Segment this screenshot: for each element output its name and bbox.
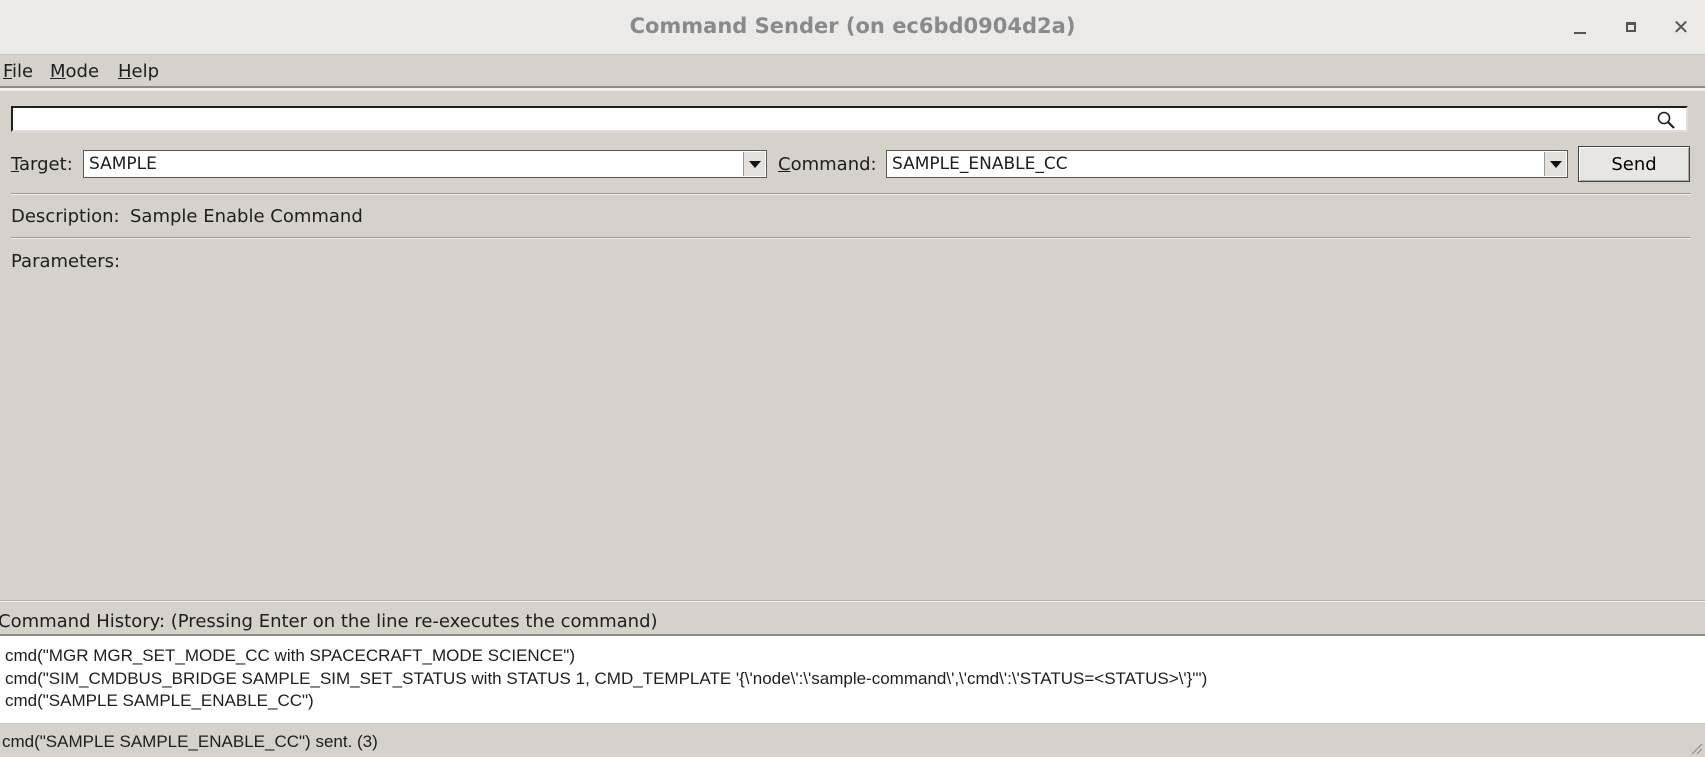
menu-file[interactable]: File [3, 61, 33, 82]
menu-mode-mnemonic: M [50, 61, 66, 82]
minimize-icon [1574, 32, 1586, 34]
history-line[interactable]: cmd("MGR MGR_SET_MODE_CC with SPACECRAFT… [5, 645, 1700, 668]
history-line[interactable]: cmd("SIM_CMDBUS_BRIDGE SAMPLE_SIM_SET_ST… [5, 668, 1700, 691]
target-dropdown-value: SAMPLE [89, 154, 157, 174]
target-label-text: arget: [19, 154, 73, 175]
divider [11, 237, 1691, 239]
command-dropdown-value: SAMPLE_ENABLE_CC [892, 154, 1068, 174]
command-label-text: ommand: [790, 154, 877, 175]
chevron-down-icon[interactable] [743, 152, 765, 176]
search-icon[interactable] [1656, 110, 1676, 130]
command-sender-window: Command Sender (on ec6bd0904d2a) ✕ File … [0, 0, 1705, 757]
menu-help-label: elp [131, 61, 160, 82]
chevron-down-icon[interactable] [1544, 152, 1566, 176]
command-label-mnemonic: C [778, 154, 791, 175]
title-bar[interactable]: Command Sender (on ec6bd0904d2a) ✕ [0, 0, 1705, 55]
maximize-button[interactable] [1618, 14, 1644, 40]
target-label: Target: [11, 154, 73, 175]
description-value: Sample Enable Command [130, 206, 363, 227]
menu-file-mnemonic: F [3, 61, 13, 82]
minimize-button[interactable] [1567, 14, 1593, 40]
maximize-icon [1626, 22, 1636, 32]
parameters-label: Parameters: [11, 251, 121, 272]
menu-help[interactable]: Help [118, 61, 159, 82]
resize-grip-icon[interactable] [1689, 741, 1703, 755]
menu-help-mnemonic: H [118, 61, 132, 82]
search-input[interactable] [11, 106, 1688, 132]
send-button[interactable]: Send [1578, 146, 1690, 182]
menu-mode-label: ode [65, 61, 100, 82]
command-label: Command: [778, 154, 877, 175]
menu-mode[interactable]: Mode [50, 61, 99, 82]
status-bar: cmd("SAMPLE SAMPLE_ENABLE_CC") sent. (3) [2, 732, 378, 751]
close-icon: ✕ [1672, 15, 1690, 39]
history-label: Command History: (Pressing Enter on the … [0, 611, 658, 632]
command-history-list[interactable]: cmd("MGR MGR_SET_MODE_CC with SPACECRAFT… [0, 634, 1705, 724]
command-dropdown[interactable]: SAMPLE_ENABLE_CC [886, 150, 1568, 178]
window-title: Command Sender (on ec6bd0904d2a) [629, 14, 1076, 38]
history-line[interactable]: cmd("SAMPLE SAMPLE_ENABLE_CC") [5, 690, 1700, 713]
divider [0, 600, 1705, 602]
divider [11, 193, 1691, 195]
menu-file-label: ile [12, 61, 34, 82]
target-dropdown[interactable]: SAMPLE [83, 150, 767, 178]
menu-bar: File Mode Help [0, 55, 1705, 88]
description-label: Description: [11, 206, 120, 227]
target-label-mnemonic: T [11, 154, 20, 175]
close-button[interactable]: ✕ [1668, 14, 1694, 40]
